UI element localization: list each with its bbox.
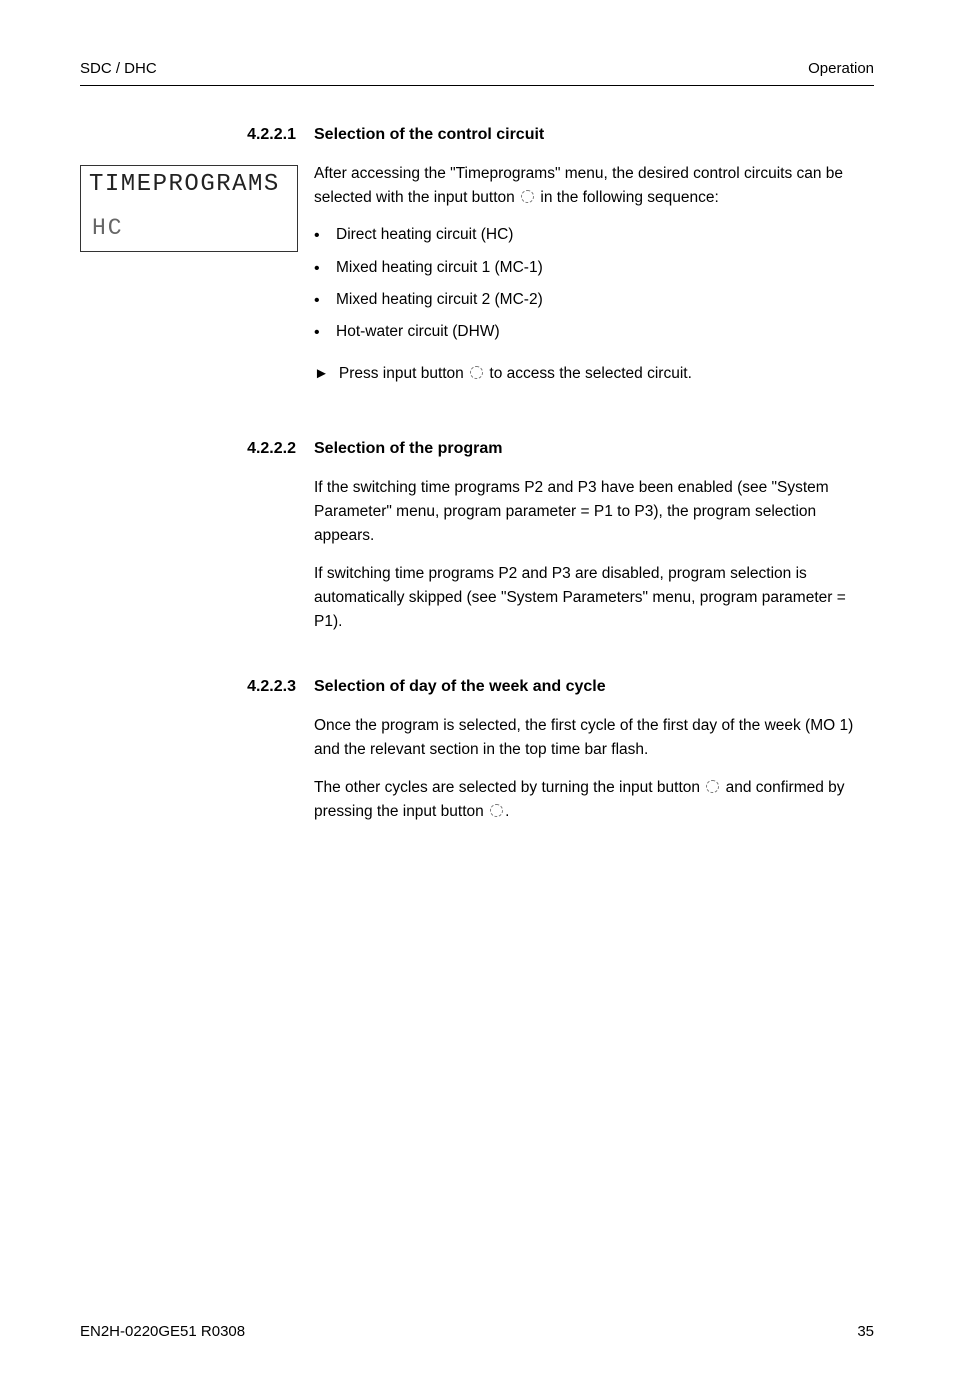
input-button-icon <box>521 190 534 203</box>
section-1-content-row: TIMEPROGRAMS HC After accessing the "Tim… <box>80 162 874 396</box>
input-button-icon <box>706 780 719 793</box>
section-3: 4.2.2.3 Selection of day of the week and… <box>80 678 874 824</box>
section-1-bullets: Direct heating circuit (HC) Mixed heatin… <box>314 224 874 344</box>
input-button-icon <box>470 366 483 379</box>
section-3-p1: Once the program is selected, the first … <box>314 714 874 762</box>
section-1-intro: After accessing the "Timeprograms" menu,… <box>314 162 874 210</box>
header-right: Operation <box>808 60 874 77</box>
header-left: SDC / DHC <box>80 60 157 77</box>
section-3-number: 4.2.2.3 <box>232 678 314 696</box>
section-1-action-text: Press input button to access the selecte… <box>339 362 692 386</box>
input-button-icon <box>490 804 503 817</box>
section-3-body: Once the program is selected, the first … <box>314 714 874 824</box>
section-2-body: If the switching time programs P2 and P3… <box>314 476 874 634</box>
section-3-heading: 4.2.2.3 Selection of day of the week and… <box>80 678 874 696</box>
footer-left: EN2H-0220GE51 R0308 <box>80 1323 245 1340</box>
section-2-number: 4.2.2.2 <box>232 440 314 458</box>
section-1-title: Selection of the control circuit <box>314 126 544 144</box>
section-2-p1: If the switching time programs P2 and P3… <box>314 476 874 548</box>
page-header: SDC / DHC Operation <box>80 60 874 86</box>
section-3-p2-a: The other cycles are selected by turning… <box>314 779 704 796</box>
footer-page-number: 35 <box>857 1323 874 1340</box>
section-1-body: After accessing the "Timeprograms" menu,… <box>314 162 874 396</box>
section-1-action: ► Press input button to access the selec… <box>314 362 874 386</box>
section-3-title: Selection of day of the week and cycle <box>314 678 606 696</box>
section-1-heading: 4.2.2.1 Selection of the control circuit <box>80 126 874 144</box>
list-item: Hot-water circuit (DHW) <box>314 321 874 343</box>
action-post: to access the selected circuit. <box>485 365 692 382</box>
section-2-heading: 4.2.2.2 Selection of the program <box>80 440 874 458</box>
action-arrow-icon: ► <box>314 362 329 385</box>
lcd-line-1: TIMEPROGRAMS <box>89 172 289 198</box>
section-3-p2-c: . <box>505 803 509 820</box>
lcd-hc-label: HC <box>89 216 127 241</box>
lcd-display: TIMEPROGRAMS HC <box>80 165 298 252</box>
section-1: 4.2.2.1 Selection of the control circuit… <box>80 126 874 396</box>
section-2-p2: If switching time programs P2 and P3 are… <box>314 562 874 634</box>
action-pre: Press input button <box>339 365 468 382</box>
section-2-title: Selection of the program <box>314 440 502 458</box>
section-2: 4.2.2.2 Selection of the program If the … <box>80 440 874 634</box>
section-1-number: 4.2.2.1 <box>232 126 314 144</box>
page-footer: EN2H-0220GE51 R0308 35 <box>80 1323 874 1340</box>
list-item: Direct heating circuit (HC) <box>314 224 874 246</box>
section-1-intro-post: in the following sequence: <box>536 189 719 206</box>
list-item: Mixed heating circuit 1 (MC-1) <box>314 257 874 279</box>
list-item: Mixed heating circuit 2 (MC-2) <box>314 289 874 311</box>
lcd-line-2: HC <box>89 216 289 241</box>
section-3-p2: The other cycles are selected by turning… <box>314 776 874 824</box>
